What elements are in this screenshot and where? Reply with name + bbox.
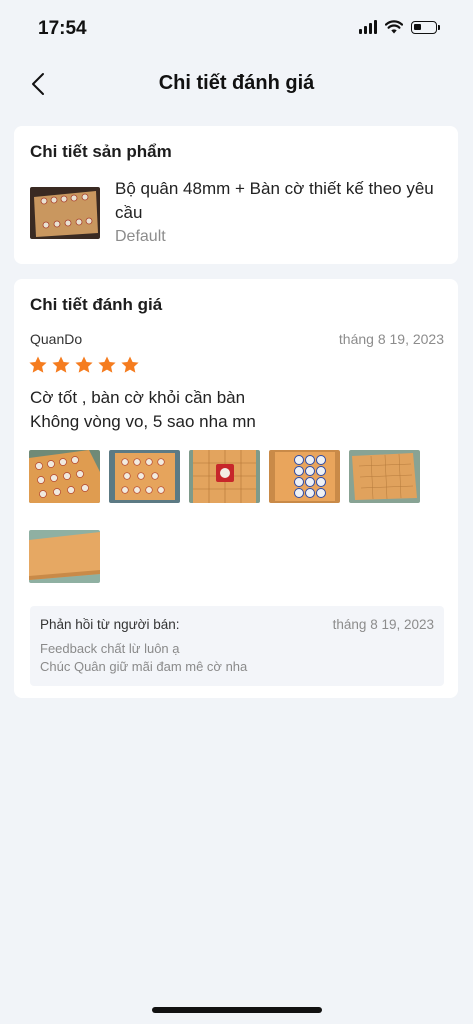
review-photo[interactable]	[29, 450, 100, 503]
status-bar: 17:54	[0, 0, 473, 58]
review-photo[interactable]	[29, 530, 100, 583]
review-detail-card: Chi tiết đánh giá QuanDo tháng 8 19, 202…	[14, 279, 458, 698]
reviewer-name: QuanDo	[30, 331, 83, 347]
seller-reply-text: Feedback chất lừ luôn ạ Chúc Quân giữ mã…	[40, 641, 248, 674]
review-photo[interactable]	[349, 450, 420, 503]
status-time: 17:54	[38, 18, 87, 39]
product-image[interactable]	[30, 187, 100, 239]
review-date: tháng 8 19, 2023	[338, 331, 444, 347]
review-photo[interactable]	[109, 450, 180, 503]
review-photo[interactable]	[189, 450, 260, 503]
wifi-icon	[385, 20, 403, 34]
star-icon	[29, 356, 47, 373]
product-detail-card: Chi tiết sản phẩm Bộ quân 48mm + Bàn cờ …	[14, 126, 458, 264]
product-variant: Default	[115, 228, 166, 245]
page-title: Chi tiết đánh giá	[158, 72, 315, 94]
status-icons	[359, 20, 440, 34]
seller-reply-label: Phản hồi từ người bán:	[40, 617, 180, 632]
cellular-signal-icon	[359, 20, 377, 34]
review-text: Cờ tốt , bàn cờ khỏi cần bàn Không vòng …	[30, 388, 256, 431]
star-icon	[121, 356, 139, 373]
product-section-heading: Chi tiết sản phẩm	[30, 142, 172, 161]
star-rating	[28, 355, 140, 375]
review-photo[interactable]	[269, 450, 340, 503]
seller-reply-box: Phản hồi từ người bán: tháng 8 19, 2023 …	[30, 606, 444, 686]
seller-reply-date: tháng 8 19, 2023	[332, 617, 434, 632]
battery-icon	[411, 20, 440, 34]
product-name: Bộ quân 48mm + Bàn cờ thiết kế theo yêu …	[115, 179, 434, 222]
star-icon	[52, 356, 70, 373]
review-section-heading: Chi tiết đánh giá	[30, 295, 163, 314]
star-icon	[98, 356, 116, 373]
home-indicator	[152, 1007, 322, 1013]
star-icon	[75, 356, 93, 373]
nav-bar: Chi tiết đánh giá	[0, 58, 473, 110]
